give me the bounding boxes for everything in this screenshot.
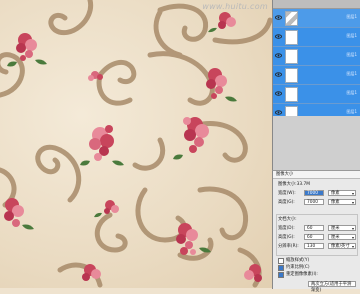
layer-name: 图层1 — [346, 109, 357, 114]
layer-thumbnail — [285, 11, 298, 26]
layer-row[interactable]: 图层1 — [273, 9, 360, 28]
layer-thumbnail — [285, 87, 298, 102]
image-size-dialog: 图像大小 图像大小:33.7M 宽度(W): 7000 像素 高度(G): 70… — [272, 170, 360, 293]
height-unit-select[interactable]: 像素 — [328, 199, 356, 206]
layer-row[interactable]: 图层1 — [273, 66, 360, 85]
layer-name: 图层1 — [346, 33, 357, 38]
resample-checkbox[interactable]: 重定图像像素(I): — [278, 272, 318, 278]
checkbox-box[interactable] — [278, 265, 284, 271]
doc-width-input[interactable]: 60 — [304, 225, 324, 231]
checkbox-box[interactable] — [278, 258, 284, 264]
layer-row[interactable]: 图层1 — [273, 28, 360, 47]
visibility-eye-icon[interactable] — [275, 33, 282, 40]
watermark: www.huitu.com — [202, 2, 268, 11]
width-unit-select[interactable]: 像素 — [328, 190, 356, 197]
visibility-eye-icon[interactable] — [275, 14, 282, 21]
resolution-label: 分辨率(R): — [278, 244, 299, 249]
doc-height-unit-select[interactable]: 厘米 — [328, 234, 356, 241]
floral-wallpaper-image — [0, 0, 272, 288]
doc-size-label: 文档大小: — [278, 217, 297, 222]
layer-name: 图层1 — [346, 71, 357, 76]
layer-row[interactable]: 图层1 — [273, 85, 360, 104]
height-input[interactable]: 7000 — [304, 199, 324, 205]
dialog-title: 图像大小 — [273, 171, 360, 179]
visibility-eye-icon[interactable] — [275, 52, 282, 59]
pixel-width-row: 宽度(W): 7000 像素 — [278, 190, 358, 197]
resolution-input[interactable]: 130 — [304, 243, 324, 249]
width-input[interactable]: 7000 — [304, 190, 324, 196]
pixel-height-row: 高度(G): 7000 像素 — [278, 199, 358, 206]
doc-width-label: 宽度(D): — [278, 226, 295, 231]
height-label: 高度(G): — [278, 200, 295, 205]
doc-size-title-row: 文档大小: — [278, 216, 358, 223]
layer-thumbnail — [285, 49, 298, 64]
layer-row[interactable]: 图层1 — [273, 47, 360, 66]
layer-thumbnail — [285, 68, 298, 83]
image-size-info: 图像大小:33.7M — [278, 181, 358, 188]
layers-panel-header — [273, 0, 360, 9]
checkbox-box[interactable] — [278, 272, 284, 278]
width-label: 宽度(W): — [278, 191, 296, 196]
resample-method-row: 两次立方(适用于平滑渐变) — [278, 281, 358, 293]
layer-name: 图层1 — [346, 52, 357, 57]
doc-height-row: 高度(G): 60 厘米 — [278, 234, 358, 241]
layers-panel: 图层1 图层1 图层1 图层1 图层1 图层1 — [272, 0, 360, 170]
visibility-eye-icon[interactable] — [275, 71, 282, 78]
doc-width-row: 宽度(D): 60 厘米 — [278, 225, 358, 232]
resolution-row: 分辨率(R): 130 像素/英寸 — [278, 243, 358, 250]
resample-label: 重定图像像素(I): — [286, 272, 318, 277]
constrain-label: 约束比例(C) — [286, 265, 310, 270]
layers-empty-area — [273, 116, 360, 170]
doc-width-unit-select[interactable]: 厘米 — [328, 225, 356, 232]
resample-method-select[interactable]: 两次立方(适用于平滑渐变) — [308, 281, 356, 293]
visibility-eye-icon[interactable] — [275, 109, 282, 116]
constrain-proportions-checkbox[interactable]: 约束比例(C) — [278, 265, 310, 271]
document-canvas[interactable]: www.huitu.com — [0, 0, 272, 288]
layer-name: 图层1 — [346, 14, 357, 19]
visibility-eye-icon[interactable] — [275, 90, 282, 97]
layer-name: 图层1 — [346, 90, 357, 95]
layer-thumbnail — [285, 30, 298, 45]
doc-height-input[interactable]: 60 — [304, 234, 324, 240]
image-size-label: 图像大小:33.7M — [278, 182, 310, 187]
resolution-unit-select[interactable]: 像素/英寸 — [328, 243, 356, 250]
scale-styles-checkbox[interactable]: 缩放样式(Y) — [278, 258, 309, 264]
scale-styles-label: 缩放样式(Y) — [286, 258, 310, 263]
doc-height-label: 高度(G): — [278, 235, 295, 240]
